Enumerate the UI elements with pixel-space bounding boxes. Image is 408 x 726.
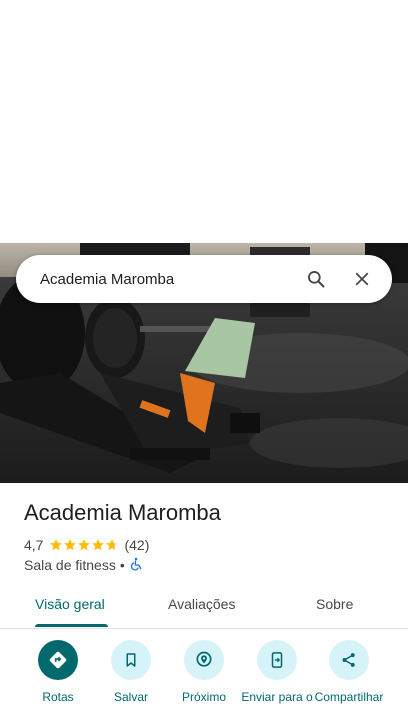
- rating-stars: [49, 538, 119, 552]
- share-icon[interactable]: [329, 640, 369, 680]
- category-row: Sala de fitness •: [24, 556, 143, 574]
- separator: •: [119, 557, 125, 573]
- tab-reviews[interactable]: Avaliações: [168, 596, 235, 612]
- send-to-phone-label: Enviar para o: [241, 690, 313, 704]
- directions-button[interactable]: Rotas: [20, 640, 96, 704]
- wheelchair-accessible-icon: [129, 557, 143, 574]
- star-icon: [64, 539, 77, 551]
- close-icon[interactable]: [350, 267, 374, 291]
- nearby-button[interactable]: Próximo: [166, 640, 242, 704]
- nearby-icon[interactable]: [184, 640, 224, 680]
- directions-icon[interactable]: [38, 640, 78, 680]
- tab-bar: Visão geral Avaliações Sobre: [0, 582, 408, 629]
- search-icon[interactable]: [304, 267, 328, 291]
- star-icon: [92, 539, 105, 551]
- directions-label: Rotas: [42, 690, 74, 704]
- rating-value: 4,7: [24, 537, 44, 553]
- category-label: Sala de fitness: [24, 557, 116, 573]
- place-title: Academia Maromba: [24, 500, 221, 525]
- tab-about[interactable]: Sobre: [316, 596, 353, 612]
- share-button[interactable]: Compartilhar: [311, 640, 387, 704]
- send-to-phone-icon[interactable]: [257, 640, 297, 680]
- star-icon: [50, 539, 63, 551]
- save-label: Salvar: [113, 690, 148, 704]
- active-tab-indicator: [35, 624, 108, 627]
- rating-row[interactable]: 4,7 (42): [24, 536, 149, 554]
- action-bar: Rotas Salvar Próximo Enviar para o Compa…: [0, 640, 408, 726]
- review-count: (42): [124, 537, 150, 553]
- send-to-phone-button[interactable]: Enviar para o: [239, 640, 315, 704]
- bookmark-icon[interactable]: [111, 640, 151, 680]
- search-query[interactable]: Academia Maromba: [16, 271, 304, 288]
- save-button[interactable]: Salvar: [93, 640, 169, 704]
- star-icon: [106, 539, 119, 551]
- share-label: Compartilhar: [314, 690, 384, 704]
- nearby-label: Próximo: [181, 690, 226, 704]
- tab-overview[interactable]: Visão geral: [35, 596, 105, 612]
- search-bar[interactable]: Academia Maromba: [16, 255, 392, 303]
- star-icon: [78, 539, 91, 551]
